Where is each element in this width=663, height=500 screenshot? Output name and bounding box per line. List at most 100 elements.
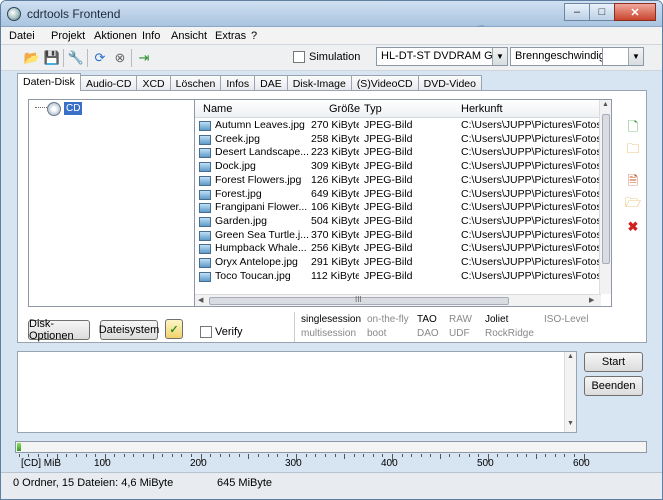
tab-dae[interactable]: DAE (254, 75, 288, 91)
image-file-icon (199, 271, 211, 282)
file-type: JPEG-Bild (364, 187, 413, 200)
horizontal-scroll-thumb[interactable]: III (209, 295, 509, 305)
tab-audio-cd[interactable]: Audio-CD (79, 75, 138, 91)
vertical-scrollbar[interactable]: ▲ (599, 100, 611, 294)
quit-button[interactable]: Beenden (584, 376, 643, 396)
tab-svideocd[interactable]: (S)VideoCD (350, 75, 419, 91)
menu-aktionen[interactable]: Aktionen (94, 30, 137, 42)
tab-dvd-video[interactable]: DVD-Video (417, 75, 482, 91)
horizontal-scrollbar[interactable]: ◀ III ▶ (195, 294, 601, 306)
table-row[interactable]: Garden.jpg 504 KiByte JPEG-Bild C:\Users\JU… (195, 215, 601, 229)
filesystem-button[interactable]: Dateisystem (99, 320, 159, 340)
file-size: 223 KiByte (311, 146, 359, 159)
table-row[interactable]: Dock.jpg 309 KiByte JPEG-Bild C:\Users\JUPP… (195, 160, 601, 174)
scroll-up-icon[interactable]: ▲ (602, 101, 609, 108)
start-button[interactable]: Start (584, 352, 643, 372)
table-row[interactable]: Green Sea Turtle.j... 370 KiByte JPEG-Bild… (195, 229, 601, 243)
ruler-minor-tick (287, 454, 288, 457)
file-name: Creek.jpg (215, 132, 260, 145)
table-row[interactable]: Forest.jpg 649 KiByte JPEG-Bild C:\Users\JU… (195, 188, 601, 202)
scroll-right-icon[interactable]: ▶ (589, 296, 594, 304)
scroll-up-icon[interactable]: ▲ (567, 353, 574, 360)
column-name[interactable]: Name (203, 103, 232, 115)
ruler-minor-tick (449, 454, 450, 457)
ruler-tick-label: 100 (94, 458, 111, 469)
table-row[interactable]: Oryx Antelope.jpg 291 KiByte JPEG-Bild C:\U… (195, 256, 601, 270)
status-bar: 0 Ordner, 15 Dateien: 4,6 MiByte 645 MiB… (1, 472, 662, 499)
open-folder-icon[interactable]: 📂 (23, 49, 41, 67)
ruler-minor-tick (411, 454, 412, 457)
delete-icon[interactable]: ✖ (625, 219, 641, 235)
tab-infos[interactable]: Infos (220, 75, 256, 91)
table-row[interactable]: Desert Landscape... 223 KiByte JPEG-Bild C:… (195, 146, 601, 160)
file-size: 258 KiByte (311, 132, 359, 145)
exit-door-icon[interactable]: ⇥ (135, 49, 153, 67)
column-type[interactable]: Typ (364, 103, 382, 115)
disk-options-button[interactable]: Disk-Optionen (28, 318, 90, 342)
file-type: JPEG-Bild (364, 256, 413, 268)
verify-checkbox[interactable] (200, 326, 212, 339)
menu-extras[interactable]: Extras (215, 30, 246, 42)
title-bar[interactable]: cdrtools Frontend – □ ✕ (1, 1, 662, 27)
new-folder-icon[interactable]: 🗁 (625, 195, 641, 213)
tab-loeschen[interactable]: Löschen (169, 75, 222, 91)
file-list[interactable]: Name Größe Typ Herkunft Autumn Leaves.jp… (194, 99, 612, 307)
ruler-minor-tick (430, 454, 431, 457)
menu-help[interactable]: ? (251, 30, 257, 42)
drive-select[interactable]: HL-DT-ST DVDRAM GH22N ▼ (376, 47, 508, 66)
scroll-down-icon[interactable]: ▼ (567, 420, 574, 427)
speed-select[interactable]: ▼ (602, 47, 644, 66)
menu-projekt[interactable]: Projekt (51, 30, 85, 42)
folder-tree[interactable]: CD (28, 99, 208, 307)
chevron-down-icon[interactable]: ▼ (492, 48, 507, 65)
ruler-minor-tick (315, 454, 316, 457)
save-project-icon[interactable]: 💾 (43, 49, 61, 67)
tree-root-cd[interactable]: CD (64, 102, 83, 115)
import-icon[interactable]: 🗎 (625, 173, 641, 191)
vertical-scroll-thumb[interactable] (602, 114, 610, 264)
close-button[interactable]: ✕ (614, 3, 656, 21)
ruler-minor-tick (507, 454, 508, 457)
checkmark-icon[interactable]: ✓ (165, 319, 183, 339)
add-folder-icon[interactable]: 🗀 (625, 141, 641, 159)
chevron-down-icon[interactable]: ▼ (628, 48, 643, 65)
tree-connector (35, 107, 47, 108)
maximize-button[interactable]: □ (589, 3, 615, 21)
settings-wrench-icon[interactable]: 🔧 (67, 49, 85, 67)
stop-icon[interactable]: ⊗ (111, 49, 129, 67)
minimize-button[interactable]: – (564, 3, 590, 21)
file-origin: C:\Users\JUPP\Pictures\Fotos\Des (461, 146, 601, 159)
table-row[interactable]: Creek.jpg 258 KiByte JPEG-Bild C:\Users\JUP… (195, 133, 601, 147)
menu-info[interactable]: Info (142, 30, 160, 42)
menu-datei[interactable]: Datei (9, 30, 35, 42)
refresh-icon[interactable]: ⟳ (91, 49, 109, 67)
ruler-minor-tick (210, 454, 211, 457)
menu-ansicht[interactable]: Ansicht (171, 30, 207, 42)
file-origin: C:\Users\JUPP\Pictures\Fotos\Doc (461, 160, 601, 173)
tab-daten-disk[interactable]: Daten-Disk (17, 73, 81, 91)
image-file-icon (199, 230, 211, 241)
simulation-option[interactable]: Simulation (293, 51, 360, 64)
ruler-minor-tick (229, 454, 230, 457)
log-scrollbar[interactable]: ▲ ▼ (564, 352, 576, 432)
tab-disk-image[interactable]: Disk-Image (286, 75, 352, 91)
column-origin[interactable]: Herkunft (461, 103, 503, 115)
column-size[interactable]: Größe (329, 103, 360, 115)
table-row[interactable]: Forest Flowers.jpg 126 KiByte JPEG-Bild C:\… (195, 174, 601, 188)
option-multisession: multisession (301, 328, 357, 339)
scroll-left-icon[interactable]: ◀ (198, 296, 203, 304)
log-output[interactable]: ▲ ▼ (17, 351, 577, 433)
simulation-checkbox[interactable] (293, 51, 305, 64)
add-file-icon[interactable]: 🗋 (625, 119, 641, 137)
ruler-minor-tick (239, 454, 240, 457)
status-capacity: 645 MiByte (217, 477, 273, 489)
table-row[interactable]: Toco Toucan.jpg 112 KiByte JPEG-Bild C:\Use… (195, 270, 601, 284)
verify-option[interactable]: Verify (200, 326, 243, 339)
table-row[interactable]: Frangipani Flower... 106 KiByte JPEG-Bild C… (195, 201, 601, 215)
table-row[interactable]: Humpback Whale... 256 KiByte JPEG-Bild C:\U… (195, 242, 601, 256)
ruler-minor-tick (382, 454, 383, 457)
table-row[interactable]: Autumn Leaves.jpg 270 KiByte JPEG-Bild C:\U… (195, 119, 601, 133)
file-type: JPEG-Bild (364, 160, 413, 173)
tab-xcd[interactable]: XCD (136, 75, 171, 91)
file-origin: C:\Users\JUPP\Pictures\Fotos\Aut (461, 119, 601, 131)
